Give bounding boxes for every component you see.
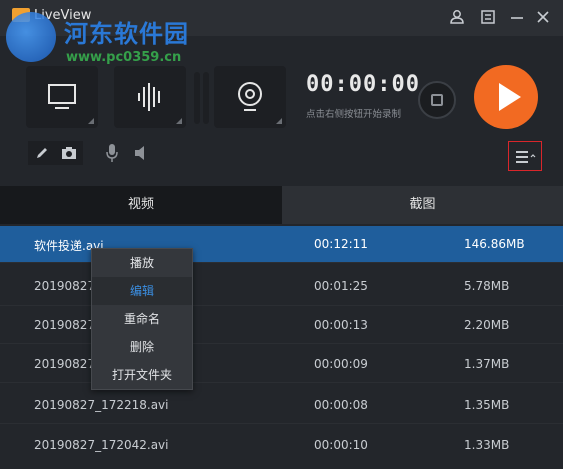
audio-options-corner	[176, 118, 182, 124]
screen-options-corner	[88, 118, 94, 124]
file-duration: 00:01:25	[314, 279, 368, 293]
hamburger-menu-icon	[516, 151, 536, 163]
list-item[interactable]: 20190827_172218.avi 00:00:08 1.35MB	[0, 387, 563, 423]
list-item[interactable]: 20190827 00:01:25 5.78MB	[0, 268, 563, 304]
screenshot-button[interactable]	[55, 141, 83, 165]
list-menu-button[interactable]	[508, 141, 542, 171]
speaker-icon[interactable]	[133, 144, 149, 162]
media-tabs: 视频 截图	[0, 186, 563, 224]
screen-capture-button[interactable]	[26, 66, 98, 128]
file-name: 20190827	[34, 318, 96, 332]
file-duration: 00:00:13	[314, 318, 368, 332]
webcam-capture-button[interactable]	[214, 66, 286, 128]
watermark-logo-icon	[6, 12, 56, 62]
menu-item-open-folder[interactable]: 打开文件夹	[92, 361, 192, 389]
file-size: 5.78MB	[464, 279, 510, 293]
webcam-icon	[238, 82, 262, 111]
watermark: 河东软件园 www.pc0359.cn	[4, 6, 244, 68]
recording-timer: 00:00:00	[306, 72, 420, 97]
list-item[interactable]: 软件投递.avi 00:12:11 146.86MB	[0, 226, 563, 262]
file-size: 1.37MB	[464, 357, 510, 371]
recording-hint: 点击右侧按钮开始录制	[306, 109, 402, 120]
audio-wave-icon	[138, 83, 160, 111]
menu-item-delete[interactable]: 删除	[92, 333, 192, 361]
watermark-url: www.pc0359.cn	[66, 50, 182, 65]
file-name: 20190827	[34, 279, 96, 293]
file-duration: 00:12:11	[314, 237, 368, 251]
file-name: 20190827_172218.avi	[34, 398, 169, 412]
file-size: 1.33MB	[464, 438, 510, 452]
volume-level-bar	[194, 72, 200, 124]
webcam-options-corner	[276, 118, 282, 124]
row-divider	[0, 343, 563, 344]
list-item[interactable]: 20190827 00:00:13 2.20MB	[0, 307, 563, 343]
tab-video[interactable]: 视频	[0, 186, 282, 224]
file-duration: 00:00:09	[314, 357, 368, 371]
settings-grid-icon[interactable]	[479, 8, 497, 26]
file-duration: 00:00:10	[314, 438, 368, 452]
file-duration: 00:00:08	[314, 398, 368, 412]
menu-item-edit[interactable]: 编辑	[92, 277, 192, 305]
watermark-title: 河东软件园	[64, 20, 189, 48]
monitor-icon	[48, 84, 76, 109]
play-icon	[499, 83, 521, 111]
tab-screenshots[interactable]: 截图	[282, 186, 563, 224]
row-divider	[0, 305, 563, 306]
volume-level-bar	[203, 72, 209, 124]
file-name: 20190827	[34, 357, 96, 371]
user-icon[interactable]	[448, 8, 466, 26]
list-item[interactable]: 20190827 00:00:09 1.37MB	[0, 346, 563, 382]
file-size: 2.20MB	[464, 318, 510, 332]
row-divider	[0, 423, 563, 424]
row-divider	[0, 382, 563, 383]
menu-item-rename[interactable]: 重命名	[92, 305, 192, 333]
file-name: 20190827_172042.avi	[34, 438, 169, 452]
menu-item-play[interactable]: 播放	[92, 249, 192, 277]
close-icon[interactable]	[534, 8, 552, 26]
stop-button[interactable]	[418, 81, 456, 119]
row-divider	[0, 262, 563, 263]
record-start-button[interactable]	[474, 65, 538, 129]
list-item[interactable]: 20190827_172042.avi 00:00:10 1.33MB	[0, 427, 563, 463]
file-size: 146.86MB	[464, 237, 525, 251]
pen-button[interactable]	[28, 141, 56, 165]
file-size: 1.35MB	[464, 398, 510, 412]
microphone-icon[interactable]	[104, 143, 120, 163]
pen-icon	[37, 148, 47, 158]
context-menu: 播放 编辑 重命名 删除 打开文件夹	[91, 248, 193, 390]
stop-icon	[431, 94, 443, 106]
minimize-icon[interactable]	[508, 8, 526, 26]
audio-capture-button[interactable]	[114, 66, 186, 128]
camera-icon	[62, 147, 76, 159]
